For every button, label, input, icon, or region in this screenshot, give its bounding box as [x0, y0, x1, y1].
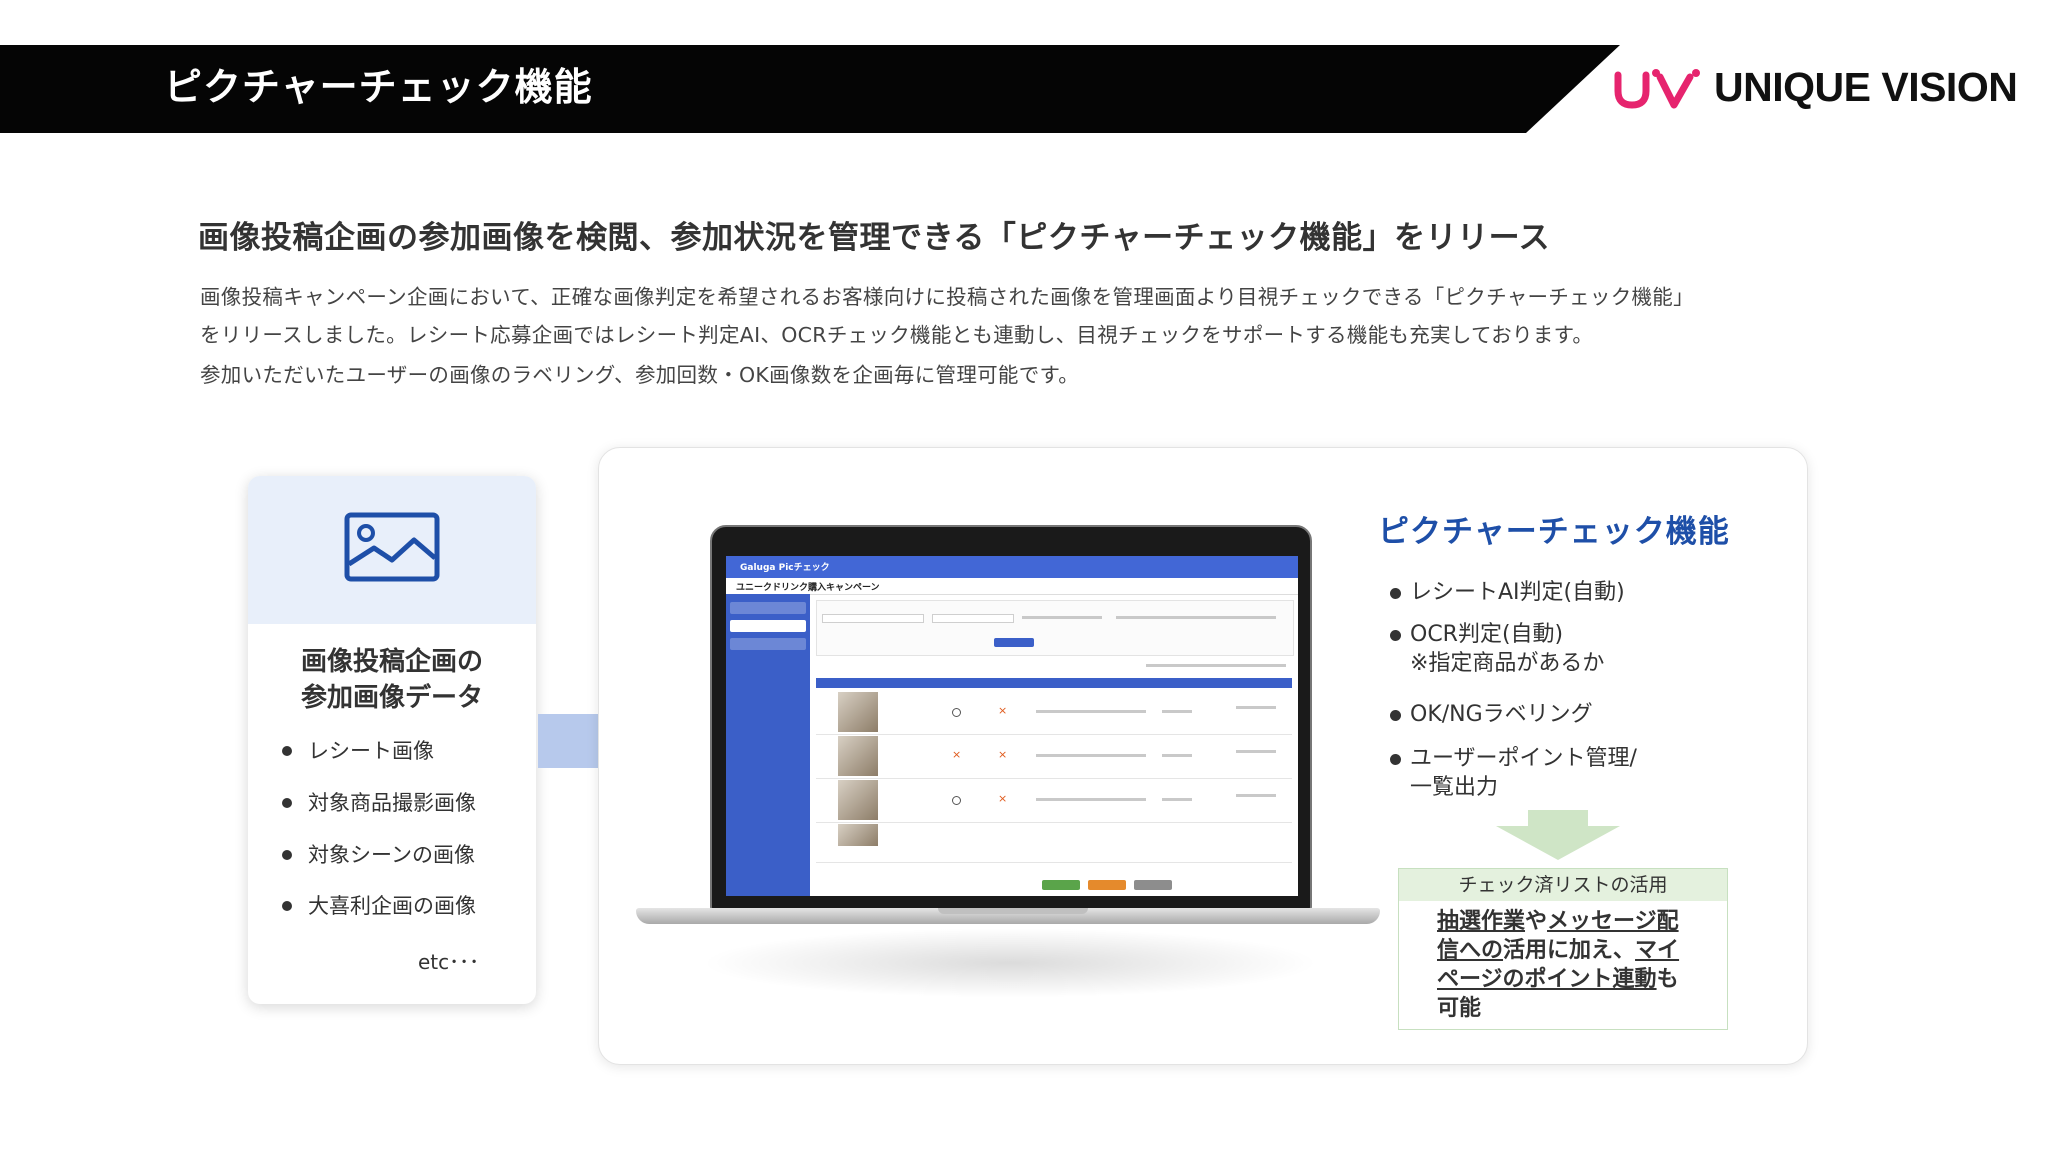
description-line-2: をリリースしました。レシート応募企画ではレシート判定AI、OCRチェック機能とも… [200, 323, 1594, 347]
card-title-line-1: 画像投稿企画の [300, 647, 483, 677]
table-row: × × [816, 734, 1292, 779]
checked-list-body: 抽選作業やメッセージ配信への活用に加え、マイページのポイント連動も可能 [1437, 907, 1697, 1023]
feature-label: OK/NGラベリング [1410, 702, 1593, 727]
receipt-thumbnail [838, 824, 878, 846]
table-header [816, 678, 1292, 688]
search-button [994, 638, 1034, 647]
ng-button [1088, 880, 1126, 890]
feature-label: ユーザーポイント管理/ [1410, 746, 1637, 771]
ok-mark-icon [952, 708, 961, 717]
date-text [1236, 794, 1276, 797]
feature-item: OK/NGラベリング [1390, 700, 1593, 729]
ok-button [1042, 880, 1080, 890]
checked-list-heading: チェック済リストの活用 [1399, 869, 1727, 901]
list-item-label: レシート画像 [308, 739, 434, 763]
sidebar-item-active [730, 620, 806, 632]
filter-panel [816, 600, 1294, 656]
feature-label: レシートAI判定(自動) [1410, 580, 1625, 605]
segment-lottery: 抽選作業 [1437, 909, 1526, 934]
clear-button [1134, 880, 1172, 890]
list-item: 対象商品撮影画像 [282, 788, 476, 818]
nickname-text [1162, 754, 1192, 757]
hash-text [1036, 754, 1146, 757]
judge-checkboxes [1116, 616, 1276, 619]
receipt-thumbnail [838, 736, 878, 776]
checked-list-box: チェック済リストの活用 抽選作業やメッセージ配信への活用に加え、マイページのポイ… [1398, 868, 1728, 1030]
image-data-card: 画像投稿企画の 参加画像データ レシート画像 対象商品撮影画像 対象シーンの画像… [248, 476, 536, 1004]
sidebar-item [730, 638, 806, 650]
laptop-shadow [700, 928, 1320, 998]
list-item-label: 対象商品撮影画像 [308, 791, 476, 815]
status-checkboxes [1022, 616, 1102, 619]
laptop-notch [938, 908, 1088, 914]
nickname-text [1162, 798, 1192, 801]
arrow-down-icon [1496, 810, 1620, 860]
segment-ya: や [1525, 909, 1548, 934]
receipt-thumbnail [838, 692, 878, 732]
segment-use: 活用に加え、 [1503, 938, 1636, 963]
card-title-line-2: 参加画像データ [300, 683, 483, 713]
campaign-title: ユニークドリンク購入キャンペーン [736, 583, 880, 593]
app-brand: Galuga Picチェック [740, 563, 830, 573]
bullet-icon [282, 798, 292, 808]
date-text [1236, 750, 1276, 753]
ng-mark-icon: × [998, 792, 1008, 805]
image-icon [344, 512, 440, 586]
bullet-icon [1390, 630, 1401, 641]
description-line-1: 画像投稿キャンペーン企画において、正確な画像判定を希望されるお客様向けに投稿され… [200, 285, 1694, 309]
company-logo: UNIQUE VISION [1612, 62, 2018, 112]
list-item: 大喜利企画の画像 [282, 891, 476, 921]
uv-logo-icon [1614, 69, 1700, 109]
feature-label-2: 一覧出力 [1410, 775, 1499, 800]
list-item-label: 大喜利企画の画像 [308, 894, 476, 918]
table-row: × [816, 690, 1292, 735]
hash-text [1036, 710, 1146, 713]
feature-label: OCR判定(自動) [1410, 622, 1564, 647]
feature-note: ※指定商品があるか [1410, 651, 1605, 676]
logo-text: UNIQUE VISION [1714, 64, 2018, 110]
uid-field [932, 614, 1014, 623]
table-row: × [816, 778, 1292, 823]
bullet-icon [282, 901, 292, 911]
bullet-icon [282, 746, 292, 756]
feature-item: レシートAI判定(自動) [1390, 578, 1625, 607]
laptop-screen: Galuga Picチェック ユニークドリンク購入キャンペーン × × × × [726, 556, 1298, 896]
card-title: 画像投稿企画の 参加画像データ [248, 644, 536, 716]
date-text [1236, 706, 1276, 709]
table-row [816, 822, 1292, 863]
ok-mark-icon [952, 796, 961, 805]
list-item: 対象シーンの画像 [282, 840, 475, 870]
feature-item: OCR判定(自動) ※指定商品があるか [1390, 620, 1605, 678]
feature-item: ユーザーポイント管理/一覧出力 [1390, 744, 1637, 802]
list-item-label: 対象シーンの画像 [308, 843, 475, 867]
description-line-3: 参加いただいたユーザーの画像のラベリング、参加回数・OK画像数を企画毎に管理可能… [200, 363, 1080, 387]
hash-text [1036, 798, 1146, 801]
pagination [1146, 664, 1286, 667]
bullet-icon [1390, 588, 1401, 599]
headline: 画像投稿企画の参加画像を検閲、参加状況を管理できる「ピクチャーチェック機能」をリ… [198, 220, 1551, 256]
ng-mark-icon: × [952, 748, 962, 761]
date-field [822, 614, 924, 623]
segment-no: への [1459, 938, 1504, 963]
page-title: ピクチャーチェック機能 [164, 65, 593, 109]
list-item: レシート画像 [282, 736, 434, 766]
sidebar-item [730, 602, 806, 614]
bullet-icon [1390, 754, 1401, 765]
ng-mark-icon: × [998, 704, 1008, 717]
bullet-icon [282, 850, 292, 860]
bullet-icon [1390, 710, 1401, 721]
etc-label: etc･･･ [418, 950, 480, 974]
nickname-text [1162, 710, 1192, 713]
receipt-thumbnail [838, 780, 878, 820]
feature-title: ピクチャーチェック機能 [1378, 514, 1730, 550]
ng-mark-icon: × [998, 748, 1008, 761]
